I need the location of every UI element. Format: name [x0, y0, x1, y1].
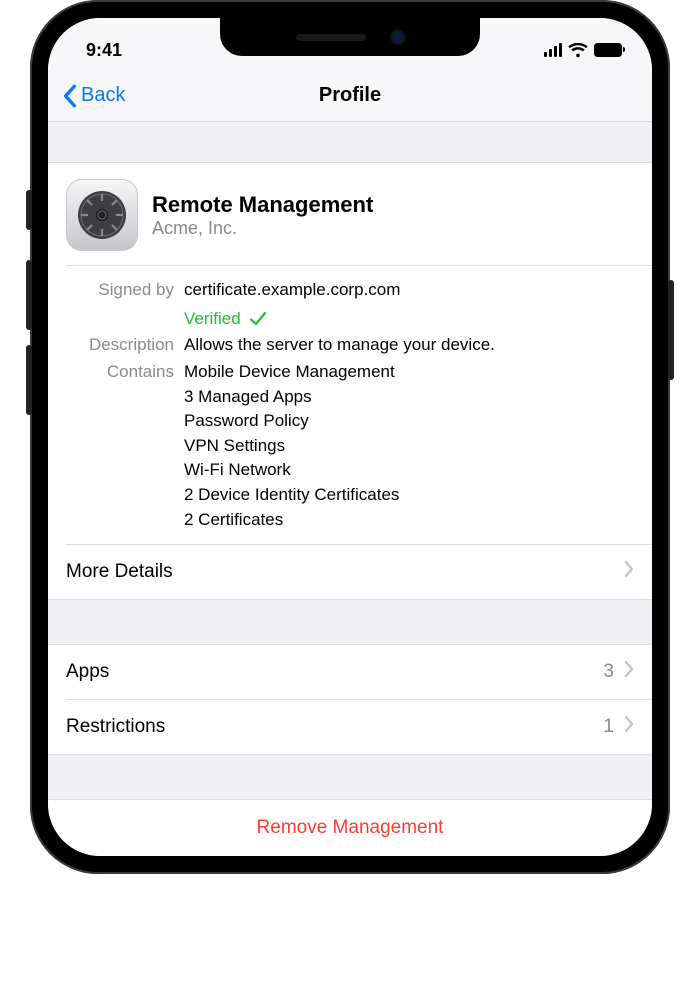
description-label: Description	[66, 333, 184, 358]
phone-frame: 9:41 Back Profile	[30, 0, 670, 874]
section-gap	[48, 122, 652, 162]
front-camera	[392, 31, 404, 43]
contains-list: Mobile Device Management3 Managed AppsPa…	[184, 360, 634, 532]
restrictions-label: Restrictions	[66, 716, 165, 738]
apps-row[interactable]: Apps 3	[48, 645, 652, 699]
restrictions-count: 1	[603, 716, 614, 738]
contains-item: VPN Settings	[184, 434, 634, 459]
contains-item: 3 Managed Apps	[184, 385, 634, 410]
page-title: Profile	[319, 84, 381, 107]
more-details-row[interactable]: More Details	[48, 545, 652, 599]
apps-count: 3	[603, 661, 614, 683]
contains-item: Mobile Device Management	[184, 360, 634, 385]
battery-icon	[594, 43, 622, 57]
section-gap	[48, 755, 652, 799]
chevron-right-icon	[624, 560, 634, 584]
remove-management-button[interactable]: Remove Management	[48, 800, 652, 856]
checkmark-icon	[249, 310, 267, 328]
section-gap	[48, 600, 652, 644]
chevron-right-icon	[624, 715, 634, 739]
signed-by-label: Signed by	[66, 278, 184, 331]
signed-by-value: certificate.example.corp.com	[184, 278, 634, 303]
profile-group: Remote Management Acme, Inc. Signed by c…	[48, 162, 652, 600]
restrictions-row[interactable]: Restrictions 1	[48, 700, 652, 754]
description-row: Description Allows the server to manage …	[66, 333, 634, 358]
settings-gear-icon	[66, 179, 138, 251]
chevron-right-icon	[624, 660, 634, 684]
contains-item: 2 Device Identity Certificates	[184, 483, 634, 508]
contains-item: 2 Certificates	[184, 508, 634, 533]
remove-group: Remove Management	[48, 799, 652, 856]
apps-label: Apps	[66, 661, 109, 683]
profile-header: Remote Management Acme, Inc.	[48, 163, 652, 265]
contains-row: Contains Mobile Device Management3 Manag…	[66, 360, 634, 532]
cell-signal-icon	[544, 43, 563, 57]
more-details-label: More Details	[66, 561, 173, 583]
volume-down	[26, 345, 32, 415]
verified-label: Verified	[184, 307, 241, 332]
description-value: Allows the server to manage your device.	[184, 333, 634, 358]
profile-title: Remote Management	[152, 191, 373, 219]
profile-text: Remote Management Acme, Inc.	[152, 191, 373, 240]
screen: 9:41 Back Profile	[48, 18, 652, 856]
signed-by-row: Signed by certificate.example.corp.com V…	[66, 278, 634, 331]
profile-org: Acme, Inc.	[152, 218, 373, 239]
contains-item: Password Policy	[184, 409, 634, 434]
contains-label: Contains	[66, 360, 184, 532]
contains-item: Wi-Fi Network	[184, 458, 634, 483]
verification-status: Verified	[184, 307, 634, 332]
back-button[interactable]: Back	[62, 84, 125, 108]
notch	[220, 18, 480, 56]
wifi-icon	[568, 43, 588, 58]
chevron-left-icon	[62, 84, 78, 108]
status-time: 9:41	[86, 40, 122, 61]
apps-restrictions-group: Apps 3 Restrictions 1	[48, 644, 652, 755]
profile-meta: Signed by certificate.example.corp.com V…	[48, 266, 652, 544]
mute-switch	[26, 190, 32, 230]
status-indicators	[544, 43, 623, 58]
back-label: Back	[81, 84, 125, 107]
volume-up	[26, 260, 32, 330]
power-button	[668, 280, 674, 380]
speaker-grille	[296, 34, 366, 41]
nav-bar: Back Profile	[48, 70, 652, 122]
